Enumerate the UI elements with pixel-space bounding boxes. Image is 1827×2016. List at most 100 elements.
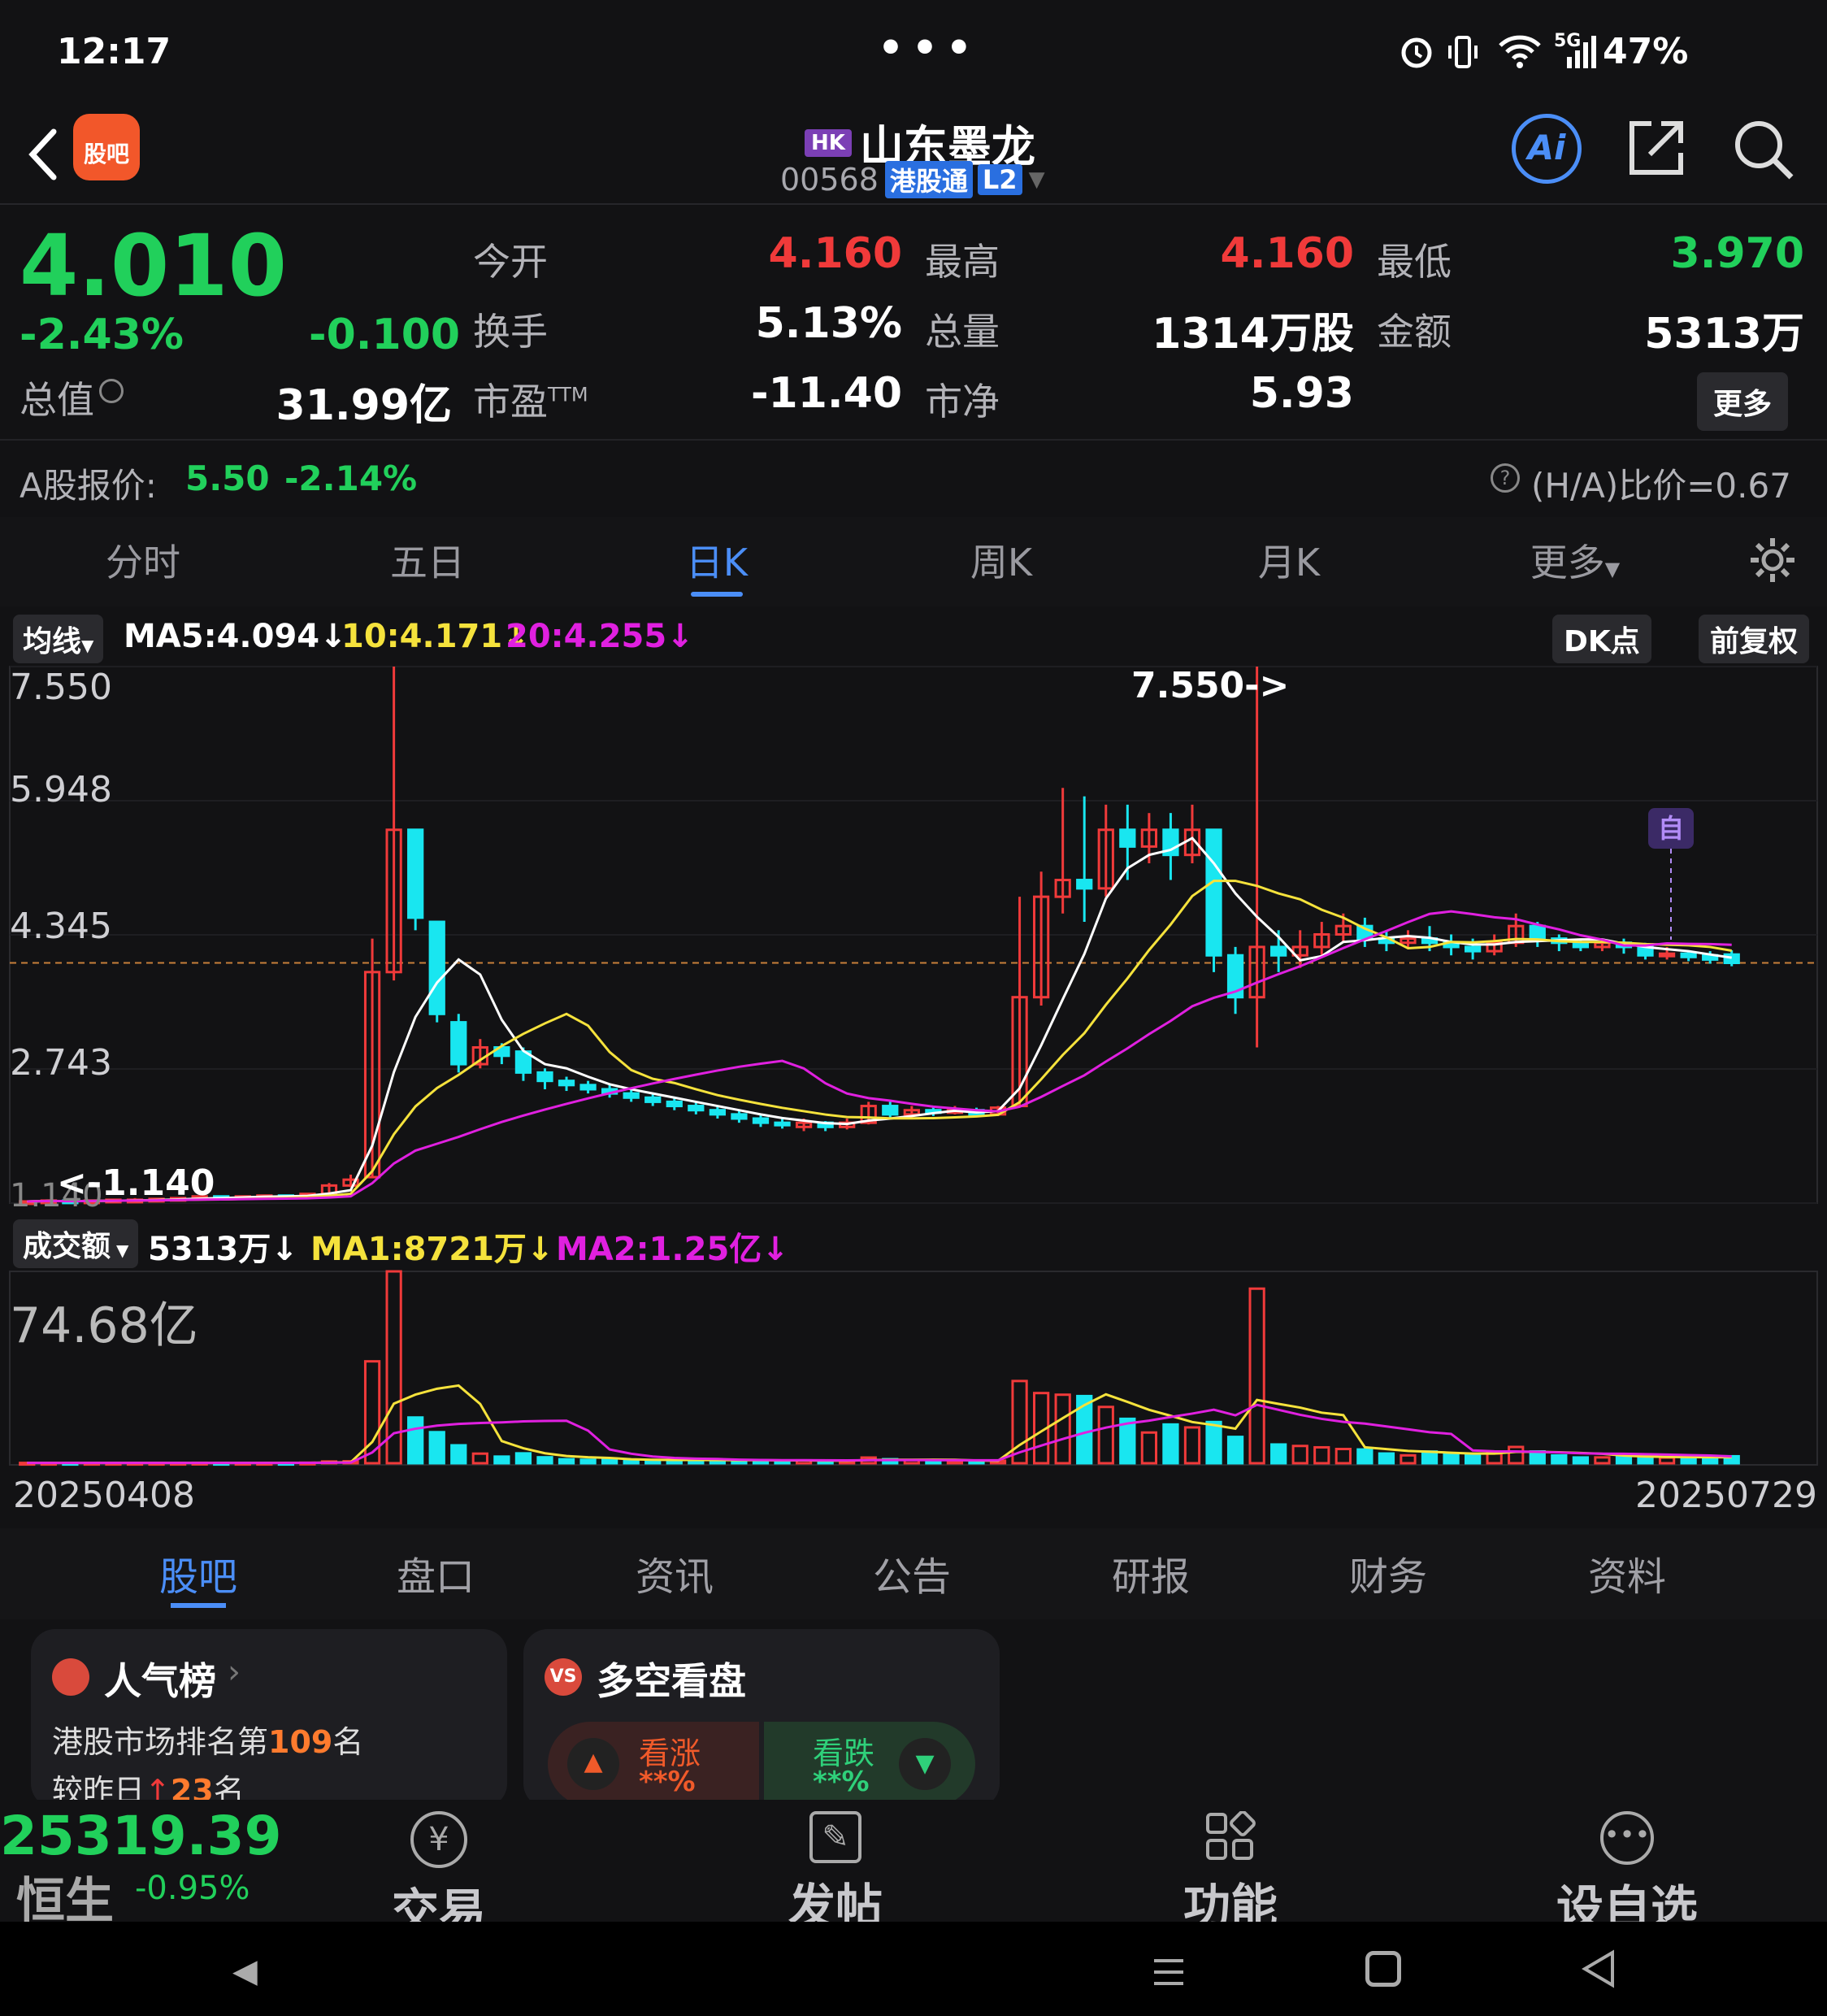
candle-body: [1529, 924, 1546, 941]
nav-trade[interactable]: ¥ 交易: [317, 1800, 561, 1941]
stock-code-row[interactable]: 00568 港股通 L2 ▼: [780, 161, 1045, 198]
tab-news[interactable]: 资讯: [593, 1545, 756, 1601]
last-price: 4.010: [20, 216, 287, 315]
ai-icon[interactable]: Ai: [1512, 114, 1582, 184]
high-label: 最高: [925, 240, 1000, 284]
candle-body: [1205, 828, 1222, 957]
more-circle-icon: •••: [1600, 1811, 1654, 1865]
candle-body: [1680, 952, 1697, 958]
nav-back-icon[interactable]: ◀: [232, 1953, 258, 1990]
recent-apps-icon[interactable]: [1151, 1954, 1187, 1990]
alarm-icon: [1398, 33, 1435, 70]
volume-bar: [471, 1452, 488, 1465]
search-icon[interactable]: [1731, 117, 1796, 182]
candle-body: [644, 1096, 662, 1103]
help-icon[interactable]: ?: [1491, 463, 1520, 493]
change-pct: -2.43%: [20, 311, 184, 359]
ma10-value: 10:4.171↓: [341, 618, 530, 655]
turnover-label: 换手: [473, 310, 548, 354]
candle-body: [688, 1105, 705, 1112]
high-value: 4.160: [1220, 229, 1354, 278]
candlestick-chart[interactable]: [0, 663, 1827, 1216]
popularity-card[interactable]: 人气榜 › 港股市场排名第109名 较昨日↑23名: [31, 1629, 507, 1809]
battery-level: 47%: [1603, 31, 1689, 72]
ranking-icon: [52, 1658, 89, 1696]
tab-monthly-k[interactable]: 月K: [1208, 533, 1370, 587]
tab-weekly-k[interactable]: 周K: [920, 533, 1083, 587]
candle-body: [428, 920, 445, 1015]
volume-bar: [1162, 1423, 1179, 1465]
amount-ma2: MA2:1.25亿↓: [556, 1231, 789, 1268]
pb-label: 市净: [925, 380, 1000, 424]
bearish-button[interactable]: 看跌 **% ▼: [764, 1722, 975, 1806]
volume-value: 1314万股: [1152, 310, 1354, 358]
tab-orderbook[interactable]: 盘口: [354, 1545, 517, 1601]
candle-body: [1076, 879, 1093, 890]
mktcap-value: 31.99亿: [276, 381, 452, 430]
bullish-pct: **%: [639, 1766, 696, 1798]
volume-bar: [1572, 1456, 1590, 1465]
candle-body: [579, 1084, 597, 1091]
amount-ma1: MA1:8721万↓: [310, 1231, 554, 1268]
tab-daily-k[interactable]: 日K: [636, 533, 798, 587]
candle-body: [1658, 952, 1676, 958]
tab-guba[interactable]: 股吧: [117, 1545, 280, 1601]
guba-logo[interactable]: 股吧: [73, 114, 140, 180]
tab-announcements[interactable]: 公告: [831, 1545, 993, 1601]
volume-label: 总量: [925, 310, 1000, 354]
more-button[interactable]: 更多: [1697, 372, 1789, 431]
ma-type-selector[interactable]: 均线▼: [13, 615, 104, 663]
candle-body: [666, 1100, 683, 1108]
volume-bar: [1270, 1443, 1287, 1465]
dk-point-button[interactable]: DK点: [1552, 615, 1651, 663]
nav-post[interactable]: ✎ 发帖: [714, 1800, 957, 1936]
volume-bar: [1140, 1431, 1158, 1465]
tab-more[interactable]: 更多▼: [1494, 533, 1656, 587]
signal-icon: [1559, 34, 1599, 70]
candle-body: [709, 1109, 727, 1116]
volume-bar: [1615, 1455, 1633, 1465]
y-tick-4: 2.743: [10, 1042, 112, 1084]
back-icon[interactable]: [23, 122, 63, 187]
change-amount: -0.100: [309, 311, 461, 359]
low-label: 最低: [1377, 240, 1452, 284]
connect-tag: 港股通: [884, 161, 973, 198]
tab-profile[interactable]: 资料: [1546, 1545, 1708, 1601]
tab-research[interactable]: 研报: [1070, 1545, 1232, 1601]
ma20-value: 20:4.255↓: [506, 618, 694, 655]
mktcap-label: 总值: [20, 378, 94, 422]
hsi-value[interactable]: 25319.39: [0, 1805, 282, 1867]
nav-functions[interactable]: 功能: [1109, 1800, 1352, 1936]
ma10-line: [27, 880, 1732, 1203]
date-start: 20250408: [13, 1475, 195, 1516]
tab-five-day[interactable]: 五日: [346, 533, 509, 587]
watchlist-marker[interactable]: 自: [1648, 808, 1694, 849]
info-icon[interactable]: [99, 379, 124, 403]
volume-bar: [1551, 1453, 1568, 1465]
pe-label: 市盈TTM: [473, 380, 588, 424]
more-dots-icon[interactable]: •••: [878, 24, 980, 72]
chart-period-tabs: 分时 五日 日K 周K 月K 更多▼: [0, 517, 1827, 606]
volume-indicator-selector[interactable]: 成交额 ▼: [13, 1219, 139, 1268]
nav-add-watchlist[interactable]: ••• 设自选: [1505, 1800, 1749, 1938]
pe-value: -11.40: [750, 369, 902, 418]
candle-body: [882, 1105, 899, 1116]
volume-chart[interactable]: [0, 1268, 1827, 1468]
bullish-button[interactable]: ▲ 看涨 **%: [548, 1722, 759, 1806]
open-value: 4.160: [768, 229, 902, 278]
low-value: 3.970: [1670, 229, 1804, 278]
volume-bar: [1508, 1445, 1525, 1465]
active-tab-indicator: [691, 592, 743, 597]
settings-gear-icon[interactable]: [1747, 535, 1798, 585]
a-share-row[interactable]: A股报价: 5.50 -2.14% ? (H/A)比价=0.67 >: [20, 455, 1807, 548]
y-tick-top: 7.550: [10, 667, 112, 708]
volume-bar: [493, 1455, 510, 1465]
price-adjust-button[interactable]: 前复权: [1699, 615, 1810, 663]
candle-body: [623, 1092, 640, 1099]
tab-intraday[interactable]: 分时: [62, 533, 224, 587]
vibrate-icon: [1447, 34, 1479, 70]
share-icon[interactable]: [1625, 117, 1687, 179]
tab-finance[interactable]: 财务: [1307, 1545, 1469, 1601]
nav-triangle-back-icon[interactable]: [1580, 1949, 1617, 1988]
home-icon[interactable]: [1365, 1951, 1401, 1987]
